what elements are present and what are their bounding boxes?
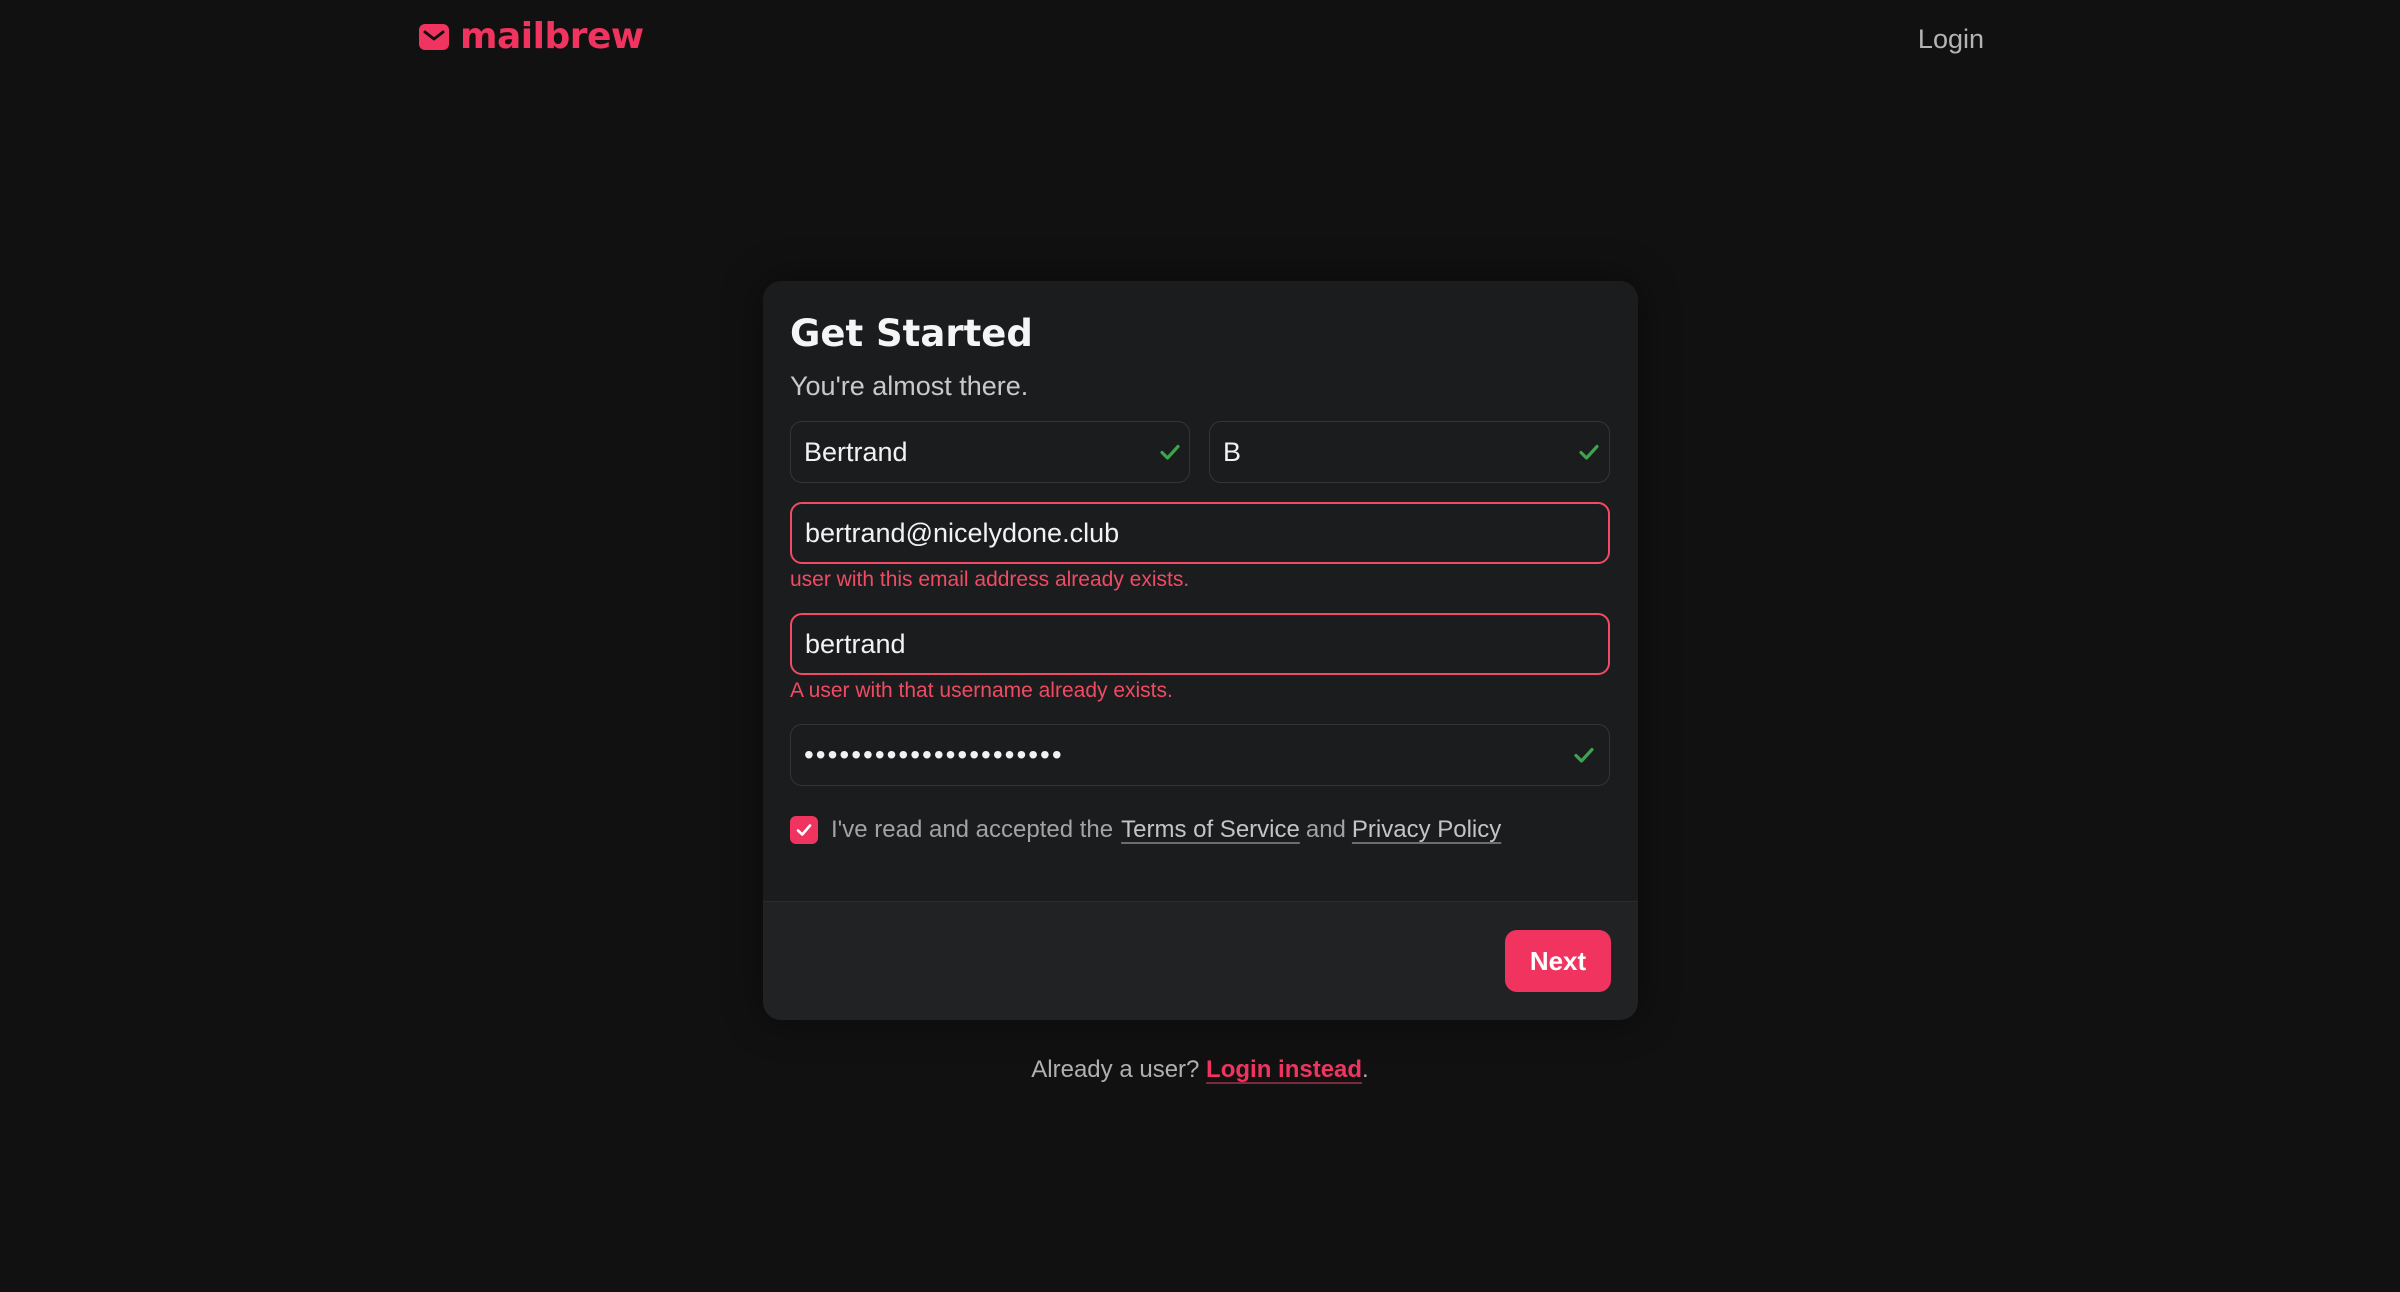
login-instead-link[interactable]: Login instead bbox=[1206, 1056, 1362, 1083]
check-icon bbox=[1160, 444, 1180, 460]
already-user-prompt: Already a user? Login instead. bbox=[0, 1056, 2400, 1084]
email-input[interactable] bbox=[805, 504, 1595, 562]
already-user-text: Already a user? bbox=[1031, 1056, 1200, 1083]
signup-card-body: Get Started You're almost there. user wi… bbox=[763, 281, 1638, 901]
username-field bbox=[790, 613, 1610, 675]
page-subtitle: You're almost there. bbox=[790, 371, 1029, 401]
top-navigation: mailbrew Login bbox=[0, 0, 2400, 80]
terms-acceptance: I've read and accepted the Terms of Serv… bbox=[790, 816, 1507, 844]
top-login-link[interactable]: Login bbox=[1918, 24, 1984, 55]
first-name-input[interactable] bbox=[804, 422, 1158, 482]
username-error-message: A user with that username already exists… bbox=[790, 679, 1173, 702]
username-input[interactable] bbox=[805, 615, 1595, 673]
first-name-field bbox=[790, 421, 1190, 483]
terms-checkbox[interactable] bbox=[790, 816, 818, 844]
brand-name: mailbrew bbox=[460, 16, 644, 57]
email-error-message: user with this email address already exi… bbox=[790, 568, 1190, 591]
signup-card-footer: Next bbox=[763, 901, 1638, 1020]
brand-logo-link[interactable]: mailbrew bbox=[418, 16, 644, 57]
last-name-input[interactable] bbox=[1223, 422, 1577, 482]
signup-card: Get Started You're almost there. user wi… bbox=[763, 281, 1638, 1020]
terms-conjunction-text: and bbox=[1305, 816, 1346, 843]
email-field bbox=[790, 502, 1610, 564]
checkmark-icon bbox=[796, 824, 812, 836]
password-field[interactable]: •••••••••••••••••••••• bbox=[790, 724, 1610, 786]
last-name-field bbox=[1209, 421, 1610, 483]
mail-envelope-icon bbox=[419, 23, 449, 50]
check-icon bbox=[1574, 747, 1594, 763]
password-masked-value[interactable]: •••••••••••••••••••••• bbox=[804, 741, 1572, 769]
next-button[interactable]: Next bbox=[1505, 930, 1611, 992]
check-icon bbox=[1579, 444, 1599, 460]
privacy-policy-link[interactable]: Privacy Policy bbox=[1352, 816, 1501, 844]
terms-of-service-link[interactable]: Terms of Service bbox=[1121, 816, 1300, 844]
page-title: Get Started bbox=[790, 312, 1033, 355]
terms-prefix-text: I've read and accepted the bbox=[831, 816, 1114, 843]
already-user-suffix: . bbox=[1362, 1056, 1369, 1083]
